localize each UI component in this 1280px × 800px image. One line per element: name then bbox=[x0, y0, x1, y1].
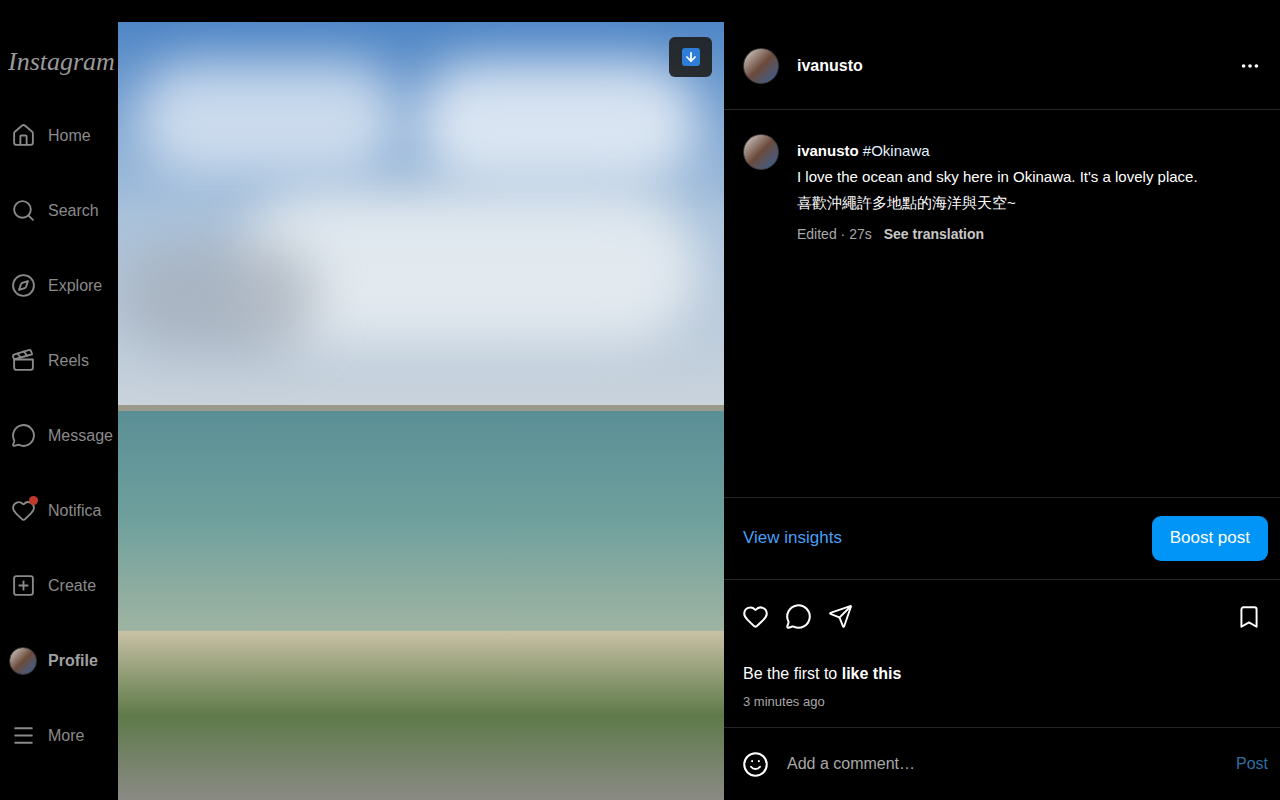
post-modal: ivanusto ivanusto #Okinawa I love the ocea… bbox=[118, 0, 1280, 800]
view-insights[interactable]: View insights bbox=[743, 525, 842, 551]
profile-avatar[interactable] bbox=[9, 647, 37, 675]
likes-text: Be the first to like this bbox=[743, 662, 1261, 686]
sidebar-item[interactable]: Profile bbox=[0, 623, 118, 698]
logo-area: Instagram bbox=[0, 0, 118, 135]
edited-time: Edited · 27s bbox=[797, 224, 872, 245]
sidebar-label: Explore bbox=[48, 274, 102, 298]
sidebar: Instagram Home Search Explore Reels Message No… bbox=[0, 0, 118, 800]
sidebar-icon bbox=[11, 573, 36, 598]
download-button[interactable] bbox=[669, 37, 712, 77]
sidebar-label: Search bbox=[48, 199, 99, 223]
comment-input[interactable] bbox=[787, 752, 1218, 776]
post-time: 3 minutes ago bbox=[743, 692, 1261, 712]
sidebar-item[interactable]: Explore bbox=[0, 248, 118, 323]
sidebar-icon bbox=[11, 273, 36, 298]
comment-bar: Post bbox=[724, 727, 1280, 800]
post-header: ivanusto bbox=[724, 22, 1280, 110]
sidebar-label: Message bbox=[48, 424, 113, 448]
caption: ivanusto #Okinawa I love the ocean and sk… bbox=[724, 110, 1280, 497]
more-options-icon[interactable] bbox=[1239, 55, 1261, 77]
see-translation[interactable]: See translation bbox=[884, 224, 984, 245]
caption-line: 喜歡沖繩許多地點的海洋與天空~ bbox=[797, 190, 1261, 216]
likes-area: Be the first to like this 3 minutes ago bbox=[724, 654, 1280, 728]
download-icon bbox=[684, 50, 698, 64]
caption-avatar[interactable] bbox=[743, 134, 779, 170]
insights-row: View insights Boost post bbox=[724, 497, 1280, 580]
instagram-logo[interactable]: Instagram bbox=[8, 42, 115, 82]
sidebar-label: Notifica bbox=[48, 499, 101, 523]
notification-badge bbox=[29, 496, 38, 505]
author-avatar[interactable] bbox=[743, 48, 779, 84]
share-icon[interactable] bbox=[828, 604, 853, 629]
actions-row bbox=[724, 580, 1280, 654]
boost-post-button[interactable]: Boost post bbox=[1152, 516, 1268, 561]
emoji-icon[interactable] bbox=[742, 751, 769, 778]
save-icon[interactable] bbox=[1236, 604, 1262, 630]
sidebar-icon bbox=[11, 723, 36, 748]
comment-icon[interactable] bbox=[785, 603, 812, 630]
sidebar-label: More bbox=[48, 724, 84, 748]
author-name[interactable]: ivanusto bbox=[797, 54, 1221, 78]
sidebar-label: Create bbox=[48, 574, 96, 598]
post-details: ivanusto ivanusto #Okinawa I love the ocea… bbox=[724, 22, 1280, 800]
sidebar-item[interactable]: Create bbox=[0, 548, 118, 623]
sidebar-item[interactable]: Notifica bbox=[0, 473, 118, 548]
sidebar-label: Reels bbox=[48, 349, 89, 373]
sidebar-icon bbox=[11, 123, 36, 148]
sidebar-item[interactable]: Reels bbox=[0, 323, 118, 398]
caption-author[interactable]: ivanusto bbox=[797, 142, 859, 159]
sidebar-item[interactable]: Search bbox=[0, 173, 118, 248]
hashtag[interactable]: #Okinawa bbox=[863, 142, 930, 159]
sidebar-item[interactable]: More bbox=[0, 698, 118, 773]
caption-line: I love the ocean and sky here in Okinawa… bbox=[797, 164, 1261, 190]
post-comment-button[interactable]: Post bbox=[1236, 752, 1268, 776]
sidebar-item[interactable]: Home bbox=[0, 98, 118, 173]
sidebar-icon bbox=[11, 423, 36, 448]
like-icon[interactable] bbox=[742, 603, 769, 630]
sidebar-icon bbox=[11, 348, 36, 373]
sidebar-icon bbox=[11, 198, 36, 223]
sidebar-label: Profile bbox=[48, 649, 98, 673]
post-photo bbox=[118, 22, 724, 800]
instagram-page: Instagram Home Search Explore Reels Message No… bbox=[0, 0, 1280, 800]
sidebar-label: Home bbox=[48, 124, 91, 148]
sidebar-item[interactable]: Message bbox=[0, 398, 118, 473]
